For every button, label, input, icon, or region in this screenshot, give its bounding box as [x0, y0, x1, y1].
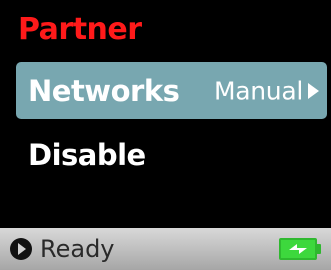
- status-text: Ready: [40, 235, 115, 263]
- battery-tip: [317, 244, 321, 254]
- page-title: Partner: [18, 12, 142, 47]
- play-circle-icon: [10, 238, 32, 260]
- menu-item-label: Disable: [28, 137, 146, 172]
- menu-item-label: Networks: [28, 73, 180, 108]
- battery-charging-icon: [279, 238, 317, 260]
- menu-item-networks[interactable]: Networks Manual: [16, 62, 327, 119]
- status-bar: Ready: [0, 228, 331, 270]
- menu-item-value: Manual: [213, 76, 303, 105]
- chevron-right-icon: [308, 82, 319, 99]
- menu-item-disable[interactable]: Disable: [16, 126, 327, 183]
- device-screen: Partner Networks Manual Disable Ready: [0, 0, 331, 270]
